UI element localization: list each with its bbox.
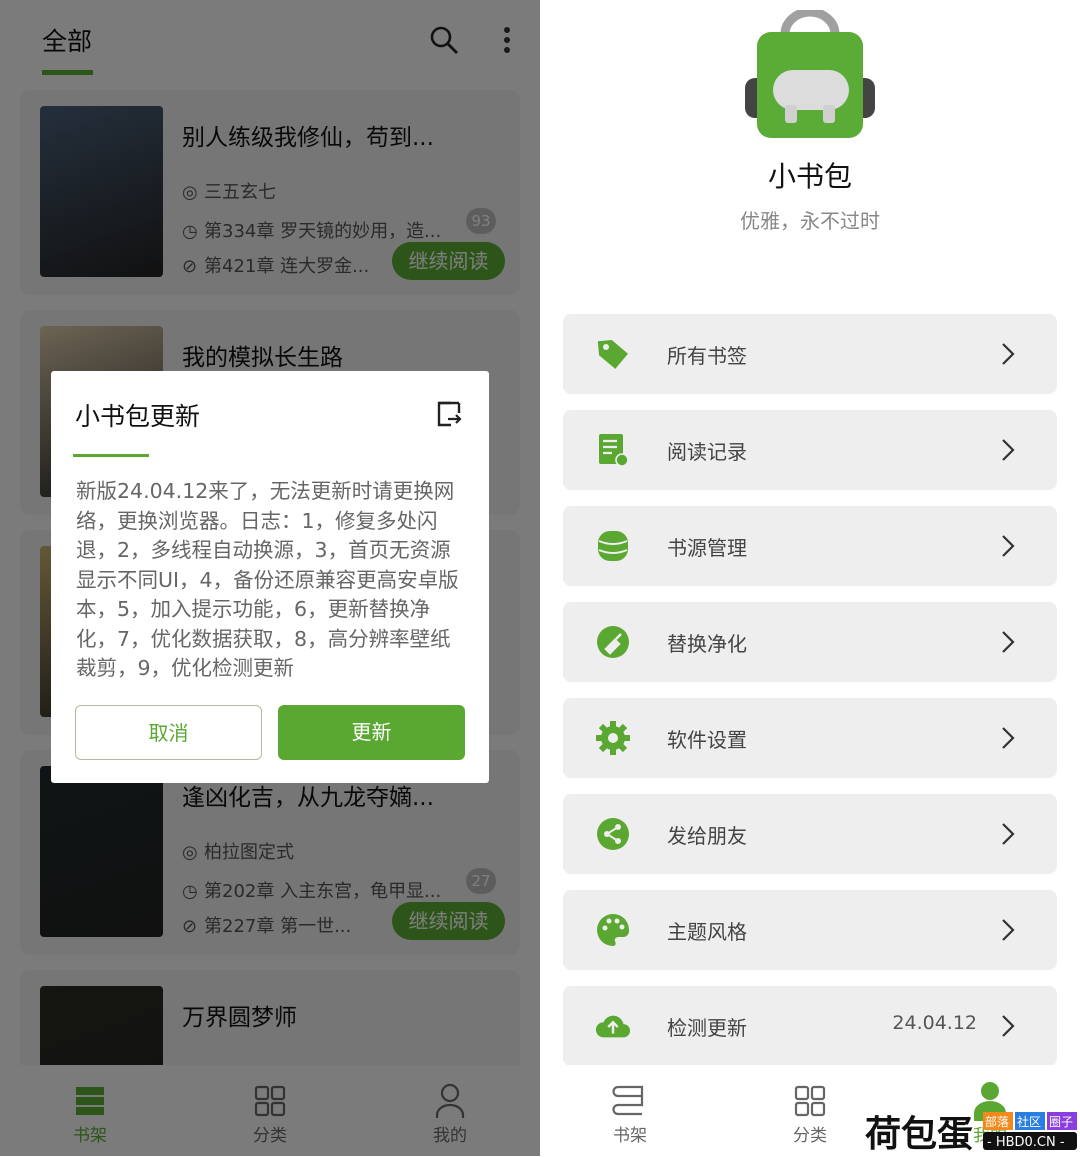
menu-label: 主题风格: [667, 920, 747, 944]
app-name: 小书包: [767, 160, 852, 193]
svg-text:圈子: 圈子: [1049, 1115, 1073, 1129]
app-slogan: 优雅，永不过时: [740, 209, 880, 233]
broom-icon: [595, 624, 631, 660]
bookshelf-icon: [590, 1081, 670, 1121]
database-icon: [595, 528, 631, 564]
share-icon: [595, 816, 631, 852]
nav-label: 书架: [613, 1126, 647, 1146]
app-logo: [745, 7, 875, 144]
menu-item-palette[interactable]: 主题风格: [563, 890, 1057, 970]
update-button[interactable]: 更新: [278, 705, 465, 760]
bookshelf-screen: 全部 别人练级我修仙，苟到...◎三五玄七◷第334章 罗天镜的妙用，造...9…: [0, 0, 540, 1156]
menu-label: 书源管理: [667, 536, 747, 560]
menu-label: 发给朋友: [667, 824, 747, 848]
chevron-right-icon: [1001, 342, 1015, 370]
profile-screen: 小书包 优雅，永不过时 所有书签阅读记录书源管理替换净化软件设置发给朋友主题风格…: [540, 0, 1080, 1156]
chevron-right-icon: [1001, 918, 1015, 946]
menu-item-database[interactable]: 书源管理: [563, 506, 1057, 586]
menu-label: 检测更新: [667, 1016, 747, 1040]
nav-label: 分类: [793, 1126, 827, 1146]
version-value: 24.04.12: [892, 1012, 977, 1034]
menu-item-broom[interactable]: 替换净化: [563, 602, 1057, 682]
open-external-icon[interactable]: [437, 401, 463, 431]
chevron-right-icon: [1001, 1014, 1015, 1042]
gear-icon: [595, 720, 631, 756]
cloud-upload-icon: [595, 1008, 631, 1044]
menu-item-tag[interactable]: 所有书签: [563, 314, 1057, 394]
dialog-title: 小书包更新: [75, 402, 201, 431]
nav-bookshelf[interactable]: 书架: [590, 1081, 670, 1146]
cancel-button[interactable]: 取消: [75, 705, 262, 760]
reading-history-icon: [595, 432, 631, 468]
chevron-right-icon: [1001, 822, 1015, 850]
menu-label: 所有书签: [667, 344, 747, 368]
chevron-right-icon: [1001, 534, 1015, 562]
chevron-right-icon: [1001, 726, 1015, 754]
grid-icon: [770, 1081, 850, 1121]
watermark-logo: 荷包蛋 部落 社区 圈子 - HBD0.CN -: [865, 1108, 1080, 1155]
nav-grid[interactable]: 分类: [770, 1081, 850, 1146]
svg-text:部落: 部落: [985, 1114, 1009, 1129]
menu-label: 软件设置: [667, 728, 747, 752]
palette-icon: [595, 912, 631, 948]
svg-text:- HBD0.CN -: - HBD0.CN -: [987, 1135, 1065, 1150]
menu-item-cloud-upload[interactable]: 检测更新 24.04.12: [563, 986, 1057, 1066]
menu-item-gear[interactable]: 软件设置: [563, 698, 1057, 778]
dialog-body: 新版24.04.12来了，无法更新时请更换网络，更换浏览器。日志：1，修复多处闪…: [76, 479, 459, 680]
menu-item-share[interactable]: 发给朋友: [563, 794, 1057, 874]
menu-label: 阅读记录: [667, 440, 747, 464]
update-dialog: 小书包更新 新版24.04.12来了，无法更新时请更换网络，更换浏览器。日志：1…: [51, 371, 489, 783]
svg-text:社区: 社区: [1017, 1114, 1041, 1129]
chevron-right-icon: [1001, 630, 1015, 658]
menu-label: 替换净化: [667, 632, 747, 656]
chevron-right-icon: [1001, 438, 1015, 466]
title-underline: [73, 454, 149, 457]
svg-text:荷包蛋: 荷包蛋: [865, 1114, 973, 1153]
tag-icon: [595, 336, 631, 372]
menu-item-reading-history[interactable]: 阅读记录: [563, 410, 1057, 490]
